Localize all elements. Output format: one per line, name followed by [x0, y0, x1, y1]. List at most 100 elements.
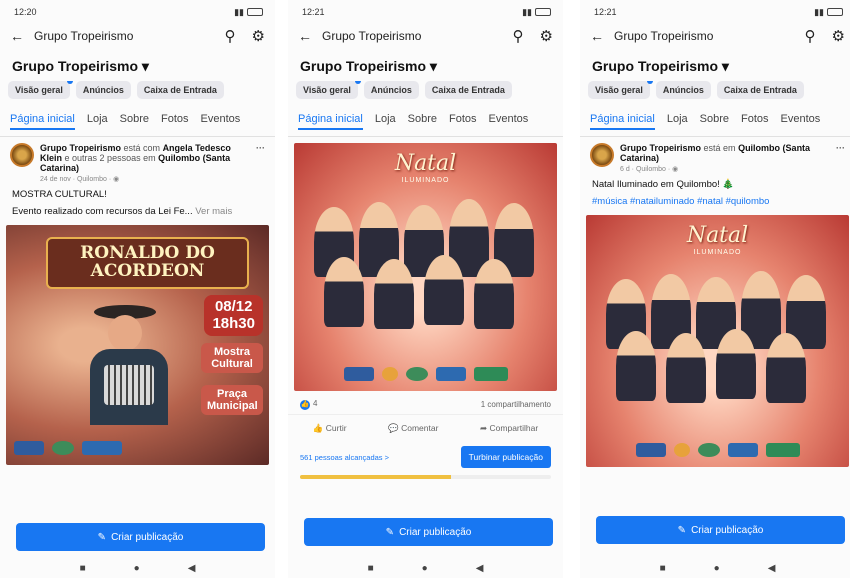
android-nav-bar: ■ ● ◀	[0, 563, 275, 574]
tab-shop[interactable]: Loja	[667, 113, 688, 130]
post-image[interactable]: Natal ILUMINADO	[586, 215, 849, 467]
tab-photos[interactable]: Fotos	[161, 113, 189, 130]
back-arrow-icon[interactable]: ←	[590, 28, 604, 44]
post-actions: 👍 Curtir 💬 Comentar ➦ Compartilhar	[288, 414, 563, 442]
battery-icon	[827, 8, 843, 16]
notification-dot	[66, 81, 73, 84]
recents-button[interactable]: ■	[80, 563, 86, 574]
sponsor-logos	[14, 439, 261, 457]
back-button[interactable]: ◀	[188, 563, 196, 574]
poster-title: RONALDO DO ACORDEON	[46, 237, 249, 289]
tab-photos[interactable]: Fotos	[449, 113, 477, 130]
post-author[interactable]: Grupo Tropeirismo	[40, 143, 121, 153]
create-post-button[interactable]: ✎ Criar publicação	[16, 523, 265, 551]
share-button[interactable]: ➦ Compartilhar	[480, 423, 538, 434]
chip-ads[interactable]: Anúncios	[363, 81, 419, 99]
comment-button[interactable]: 💬 Comentar	[388, 423, 438, 434]
home-button[interactable]: ●	[714, 563, 720, 574]
back-arrow-icon[interactable]: ←	[298, 28, 312, 44]
tab-home[interactable]: Página inicial	[10, 113, 75, 130]
like-icon: 👍	[312, 423, 324, 433]
pencil-icon: ✎	[385, 526, 395, 538]
poster-title: Natal	[686, 223, 749, 248]
signal-icon: ▮▮	[234, 6, 244, 17]
chip-bar: Visão geral Anúncios Caixa de Entrada	[580, 81, 850, 105]
home-button[interactable]: ●	[134, 563, 140, 574]
tab-events[interactable]: Eventos	[489, 113, 529, 130]
group-title[interactable]: Grupo Tropeirismo ▾	[0, 48, 275, 81]
see-more-link[interactable]: Ver mais	[195, 206, 232, 217]
search-icon[interactable]: ⚲	[225, 27, 236, 45]
tab-events[interactable]: Eventos	[781, 113, 821, 130]
chip-inbox[interactable]: Caixa de Entrada	[716, 81, 804, 99]
android-nav-bar: ■ ● ◀	[288, 563, 563, 574]
recents-button[interactable]: ■	[368, 563, 374, 574]
gear-icon[interactable]: ⚙	[832, 27, 845, 45]
tab-home[interactable]: Página inicial	[590, 113, 655, 130]
signal-icon: ▮▮	[814, 6, 824, 17]
chip-inbox[interactable]: Caixa de Entrada	[424, 81, 512, 99]
reach-link[interactable]: 561 pessoas alcançadas >	[300, 453, 389, 462]
tab-shop[interactable]: Loja	[375, 113, 396, 130]
chip-inbox[interactable]: Caixa de Entrada	[136, 81, 224, 99]
insights-row: 561 pessoas alcançadas > Turbinar public…	[288, 442, 563, 472]
avatar[interactable]	[10, 143, 34, 167]
battery-icon	[535, 8, 551, 16]
sponsor-logos	[594, 441, 841, 459]
signal-icon: ▮▮	[522, 6, 532, 17]
post-image[interactable]: Natal ILUMINADO	[294, 143, 557, 391]
chip-overview[interactable]: Visão geral	[296, 81, 361, 99]
avatar[interactable]	[590, 143, 614, 167]
gear-icon[interactable]: ⚙	[540, 27, 553, 45]
chip-overview[interactable]: Visão geral	[588, 81, 653, 99]
reaction-count[interactable]: 👍 4	[300, 399, 317, 410]
post-header: Grupo Tropeirismo está com Angela Tedesc…	[0, 137, 275, 183]
back-button[interactable]: ◀	[476, 563, 484, 574]
post-text: Natal Iluminado em Quilombo! 🎄	[592, 179, 735, 190]
search-icon[interactable]: ⚲	[805, 27, 816, 45]
sponsor-logos	[302, 365, 549, 383]
share-count[interactable]: 1 compartilhamento	[481, 400, 551, 409]
more-icon[interactable]: ···	[836, 143, 845, 173]
share-icon: ➦	[480, 423, 488, 433]
group-title[interactable]: Grupo Tropeirismo ▾	[288, 48, 563, 81]
boost-post-button[interactable]: Turbinar publicação	[460, 446, 551, 468]
tab-about[interactable]: Sobre	[408, 113, 437, 130]
pencil-icon: ✎	[677, 524, 687, 536]
gear-icon[interactable]: ⚙	[252, 27, 265, 45]
like-button[interactable]: 👍 Curtir	[313, 423, 347, 434]
top-bar-title: Grupo Tropeirismo	[614, 29, 714, 43]
tab-photos[interactable]: Fotos	[741, 113, 769, 130]
top-bar-title: Grupo Tropeirismo	[322, 29, 422, 43]
status-bar: 12:21 ▮▮	[288, 0, 563, 24]
create-post-button[interactable]: ✎ Criar publicação	[596, 516, 845, 544]
tab-shop[interactable]: Loja	[87, 113, 108, 130]
tab-about[interactable]: Sobre	[120, 113, 149, 130]
group-title[interactable]: Grupo Tropeirismo ▾	[580, 48, 850, 81]
post-header: Grupo Tropeirismo está em Quilombo (Sant…	[580, 137, 850, 173]
android-nav-bar: ■ ● ◀	[580, 563, 850, 574]
tab-home[interactable]: Página inicial	[298, 113, 363, 130]
search-icon[interactable]: ⚲	[513, 27, 524, 45]
comment-icon: 💬	[388, 423, 399, 433]
post-title: MOSTRA CULTURAL!	[12, 189, 107, 200]
clock: 12:21	[302, 7, 325, 17]
recents-button[interactable]: ■	[660, 563, 666, 574]
more-icon[interactable]: ···	[256, 143, 265, 183]
post-author[interactable]: Grupo Tropeirismo	[620, 143, 701, 153]
chip-ads[interactable]: Anúncios	[75, 81, 131, 99]
clock: 12:20	[14, 7, 37, 17]
reactions-row: 👍 4 1 compartilhamento	[288, 391, 563, 414]
tab-about[interactable]: Sobre	[700, 113, 729, 130]
post-image[interactable]: RONALDO DO ACORDEON 08/12 18h30 Mostra Cu…	[6, 225, 269, 465]
tab-bar: Página inicial Loja Sobre Fotos Eventos	[0, 105, 275, 137]
back-arrow-icon[interactable]: ←	[10, 28, 24, 44]
post-hashtags[interactable]: #música #natailuminado #natal #quilombo	[580, 190, 850, 207]
chip-ads[interactable]: Anúncios	[655, 81, 711, 99]
poster-title: Natal	[394, 151, 457, 176]
chip-overview[interactable]: Visão geral	[8, 81, 73, 99]
tab-events[interactable]: Eventos	[201, 113, 241, 130]
back-button[interactable]: ◀	[768, 563, 776, 574]
home-button[interactable]: ●	[422, 563, 428, 574]
create-post-button[interactable]: ✎ Criar publicação	[304, 518, 553, 546]
